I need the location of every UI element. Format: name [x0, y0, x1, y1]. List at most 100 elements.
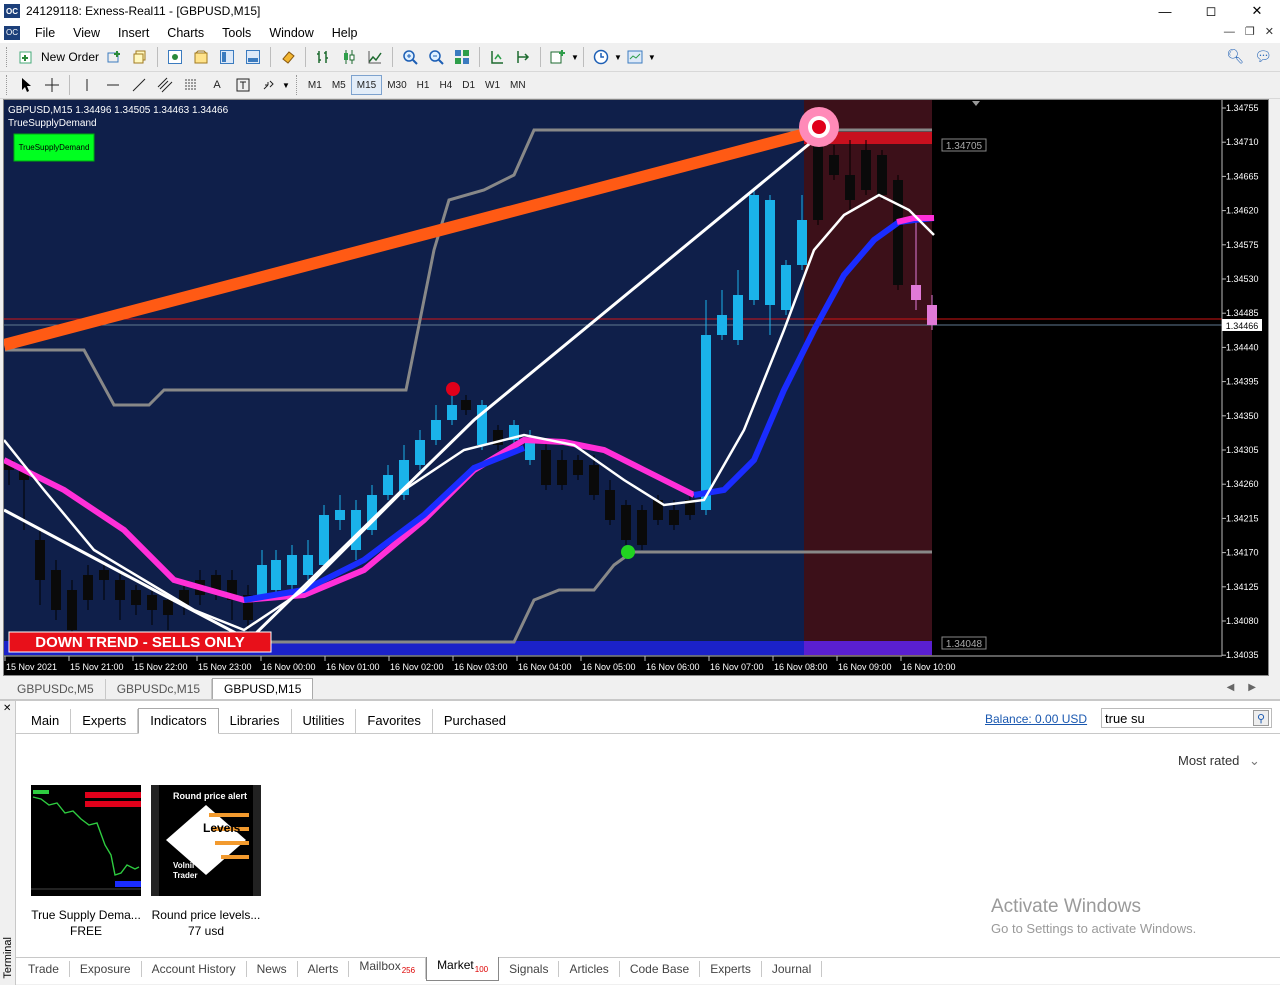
price-chart[interactable]: TrueSupplyDemand GBPUSD,M15 1.34496 1.34… — [2, 99, 1270, 677]
vertical-line-button[interactable] — [76, 74, 98, 96]
menu-window[interactable]: Window — [260, 26, 322, 40]
terminal-tab-alerts[interactable]: Alerts — [298, 960, 350, 977]
text-button[interactable]: A — [206, 74, 228, 96]
zoom-out-button[interactable] — [425, 46, 447, 68]
terminal-tab-news[interactable]: News — [247, 960, 298, 977]
terminal-tab-journal[interactable]: Journal — [762, 960, 823, 977]
templates-button[interactable] — [624, 46, 646, 68]
terminal-tab-mailbox[interactable]: Mailbox256 — [349, 958, 427, 979]
trendline-button[interactable] — [128, 74, 150, 96]
chat-icon[interactable]: 💬︎ — [1254, 48, 1272, 65]
product-name[interactable]: True Supply Dema... — [31, 908, 141, 922]
tf-h1[interactable]: H1 — [412, 75, 435, 95]
tf-w1[interactable]: W1 — [480, 75, 505, 95]
crosshair-button[interactable] — [41, 74, 63, 96]
close-terminal-icon[interactable]: ✕ — [3, 703, 11, 714]
tf-m5[interactable]: M5 — [327, 75, 351, 95]
market-tab-favorites[interactable]: Favorites — [356, 709, 433, 733]
chevron-down-icon[interactable]: ▼ — [614, 53, 622, 62]
menu-help[interactable]: Help — [323, 26, 367, 40]
terminal-tab-exposure[interactable]: Exposure — [70, 960, 142, 977]
horizontal-line-button[interactable] — [102, 74, 124, 96]
market-tab-libraries[interactable]: Libraries — [219, 709, 292, 733]
menu-charts[interactable]: Charts — [158, 26, 213, 40]
new-chart-button[interactable] — [15, 46, 37, 68]
text-label-button[interactable] — [232, 74, 254, 96]
maximize-button[interactable]: ◻ — [1188, 0, 1234, 22]
terminal-tab-articles[interactable]: Articles — [559, 960, 620, 977]
chart-shift-marker-icon[interactable] — [972, 101, 980, 106]
menu-insert[interactable]: Insert — [109, 26, 158, 40]
chart-tab-gbpusd-m15[interactable]: GBPUSD,M15 — [212, 678, 314, 699]
zoom-in-button[interactable] — [399, 46, 421, 68]
tf-d1[interactable]: D1 — [457, 75, 480, 95]
terminal-tab-trade[interactable]: Trade — [16, 960, 70, 977]
new-chart-icon — [19, 51, 32, 64]
candle-body — [717, 315, 727, 335]
data-window-button[interactable] — [190, 46, 212, 68]
navigator-button[interactable] — [216, 46, 238, 68]
product-thumbnail[interactable]: Round price alert Levels Volnii Trader — [151, 785, 261, 896]
bar-chart-button[interactable] — [312, 46, 334, 68]
chevron-down-icon[interactable]: ▼ — [571, 53, 579, 62]
tf-m1[interactable]: M1 — [303, 75, 327, 95]
market-tab-indicators[interactable]: Indicators — [138, 708, 219, 734]
periods-button[interactable] — [590, 46, 612, 68]
product-thumbnail[interactable] — [31, 785, 141, 896]
terminal-tab-account-history[interactable]: Account History — [142, 960, 247, 977]
balance-link[interactable]: Balance: 0.00 USD — [985, 712, 1087, 726]
menu-file[interactable]: File — [26, 26, 64, 40]
child-minimize-button[interactable]: — — [1224, 22, 1235, 43]
sort-dropdown[interactable]: Most rated ⌄ — [1178, 753, 1260, 769]
auto-scroll-button[interactable] — [486, 46, 508, 68]
chart-tab-gbpusdc-m15[interactable]: GBPUSDc,M15 — [106, 679, 213, 699]
market-watch-button[interactable] — [164, 46, 186, 68]
new-order-button[interactable]: New Order — [41, 46, 99, 68]
chart-shift-button[interactable] — [512, 46, 534, 68]
minimize-button[interactable]: — — [1142, 0, 1188, 22]
terminal-tabs: Trade Exposure Account History News Aler… — [16, 956, 1280, 981]
copy-button[interactable] — [129, 46, 151, 68]
profiles-button[interactable] — [103, 46, 125, 68]
terminal-tab-market[interactable]: Market100 — [426, 956, 500, 981]
market-tab-utilities[interactable]: Utilities — [292, 709, 357, 733]
tf-mn[interactable]: MN — [505, 75, 531, 95]
autotrading-button[interactable] — [277, 46, 299, 68]
terminal-tab-code-base[interactable]: Code Base — [620, 960, 701, 977]
arrows-button[interactable] — [258, 74, 280, 96]
scroll-right-icon[interactable]: ▶ — [1248, 682, 1270, 693]
cursor-button[interactable] — [15, 74, 37, 96]
scroll-left-icon[interactable]: ◀ — [1227, 682, 1249, 693]
tf-m15[interactable]: M15 — [350, 75, 383, 95]
close-button[interactable]: ✕ — [1234, 0, 1280, 22]
product-card-true-supply-demand[interactable]: True Supply Dema... FREE — [31, 785, 141, 938]
terminal-tab-experts[interactable]: Experts — [700, 960, 762, 977]
tile-windows-button[interactable] — [451, 46, 473, 68]
chart-tab-gbpusdc-m5[interactable]: GBPUSDc,M5 — [6, 679, 106, 699]
doc-icon[interactable]: OC — [4, 25, 20, 40]
indicators-button[interactable] — [547, 46, 569, 68]
candle-chart-button[interactable] — [338, 46, 360, 68]
search-icon[interactable]: ⚲ — [1253, 710, 1269, 726]
search-icon[interactable]: 🔍︎ — [1226, 48, 1244, 65]
fibonacci-button[interactable] — [180, 74, 202, 96]
menu-view[interactable]: View — [64, 26, 109, 40]
chevron-down-icon[interactable]: ▼ — [282, 81, 290, 90]
terminal-tab-signals[interactable]: Signals — [499, 960, 560, 977]
menu-tools[interactable]: Tools — [213, 26, 260, 40]
chart-canvas[interactable]: TrueSupplyDemand GBPUSD,M15 1.34496 1.34… — [2, 100, 1270, 677]
child-close-button[interactable]: ✕ — [1265, 22, 1274, 43]
child-restore-button[interactable]: ❐ — [1245, 22, 1255, 43]
product-name[interactable]: Round price levels... — [151, 908, 261, 922]
line-chart-button[interactable] — [364, 46, 386, 68]
terminal-button[interactable] — [242, 46, 264, 68]
market-tab-purchased[interactable]: Purchased — [433, 709, 517, 733]
market-search-input[interactable]: true su ⚲ — [1101, 708, 1272, 728]
chevron-down-icon[interactable]: ▼ — [648, 53, 656, 62]
product-card-round-price-levels[interactable]: Round price alert Levels Volnii Trader R… — [151, 785, 261, 938]
tf-m30[interactable]: M30 — [382, 75, 411, 95]
market-tab-main[interactable]: Main — [16, 709, 72, 733]
tf-h4[interactable]: H4 — [434, 75, 457, 95]
market-tab-experts[interactable]: Experts — [71, 709, 139, 733]
channel-button[interactable] — [154, 74, 176, 96]
